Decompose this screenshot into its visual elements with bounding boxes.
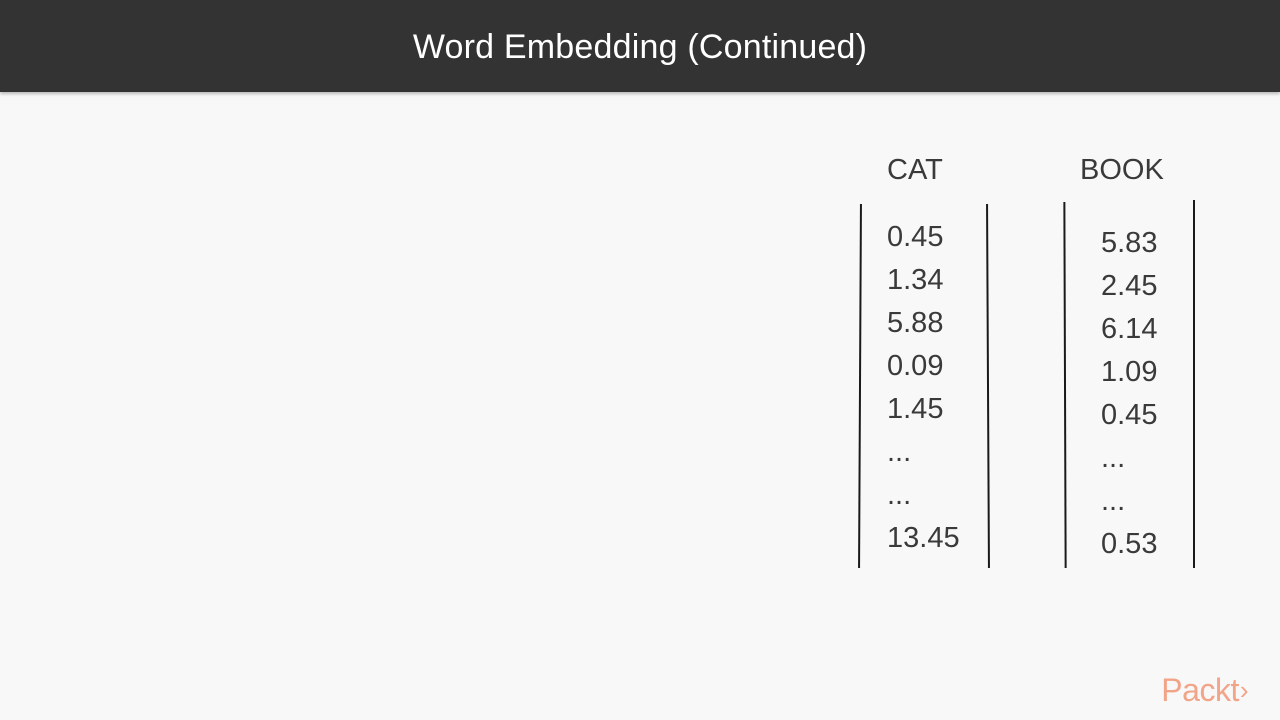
vector-value: 5.83 [1101,227,1158,259]
vector-value: 6.14 [1101,313,1158,345]
vector-bracket-right [1193,200,1195,568]
vector-values-cat: 0.45 1.34 5.88 0.09 1.45 ... ... 13.45 [887,216,960,560]
slide-title: Word Embedding (Continued) [412,28,868,66]
packt-logo: Packt› [1161,674,1248,706]
logo-text: Packt [1161,672,1239,708]
vector-ellipsis: ... [1101,485,1126,517]
vector-value: 0.45 [887,221,944,253]
vector-values-book: 5.83 2.45 6.14 1.09 0.45 ... ... 0.53 [1101,222,1157,566]
vector-value: 13.45 [887,522,960,554]
vector-value: 0.45 [1101,399,1158,431]
vector-value: 1.34 [887,264,944,296]
vector-bracket-right [986,203,990,569]
vector-value: 0.09 [887,350,944,382]
vector-bracket-left [1063,201,1067,569]
vector-value: 1.45 [887,393,944,425]
vector-value: 5.88 [887,307,944,339]
title-bar: Word Embedding (Continued) [0,0,1280,92]
vector-label-cat: CAT [887,154,943,186]
vector-label-book: BOOK [1080,154,1164,186]
vector-value: 1.09 [1101,356,1158,388]
slide: Word Embedding (Continued) CAT 0.45 1.34… [0,0,1280,720]
vector-value: 0.53 [1101,528,1158,560]
vector-bracket-left [858,203,862,569]
vector-ellipsis: ... [887,479,912,511]
logo-arrow-icon: › [1239,675,1249,705]
vector-ellipsis: ... [1101,442,1126,474]
vector-ellipsis: ... [887,436,912,468]
vector-value: 2.45 [1101,270,1158,302]
